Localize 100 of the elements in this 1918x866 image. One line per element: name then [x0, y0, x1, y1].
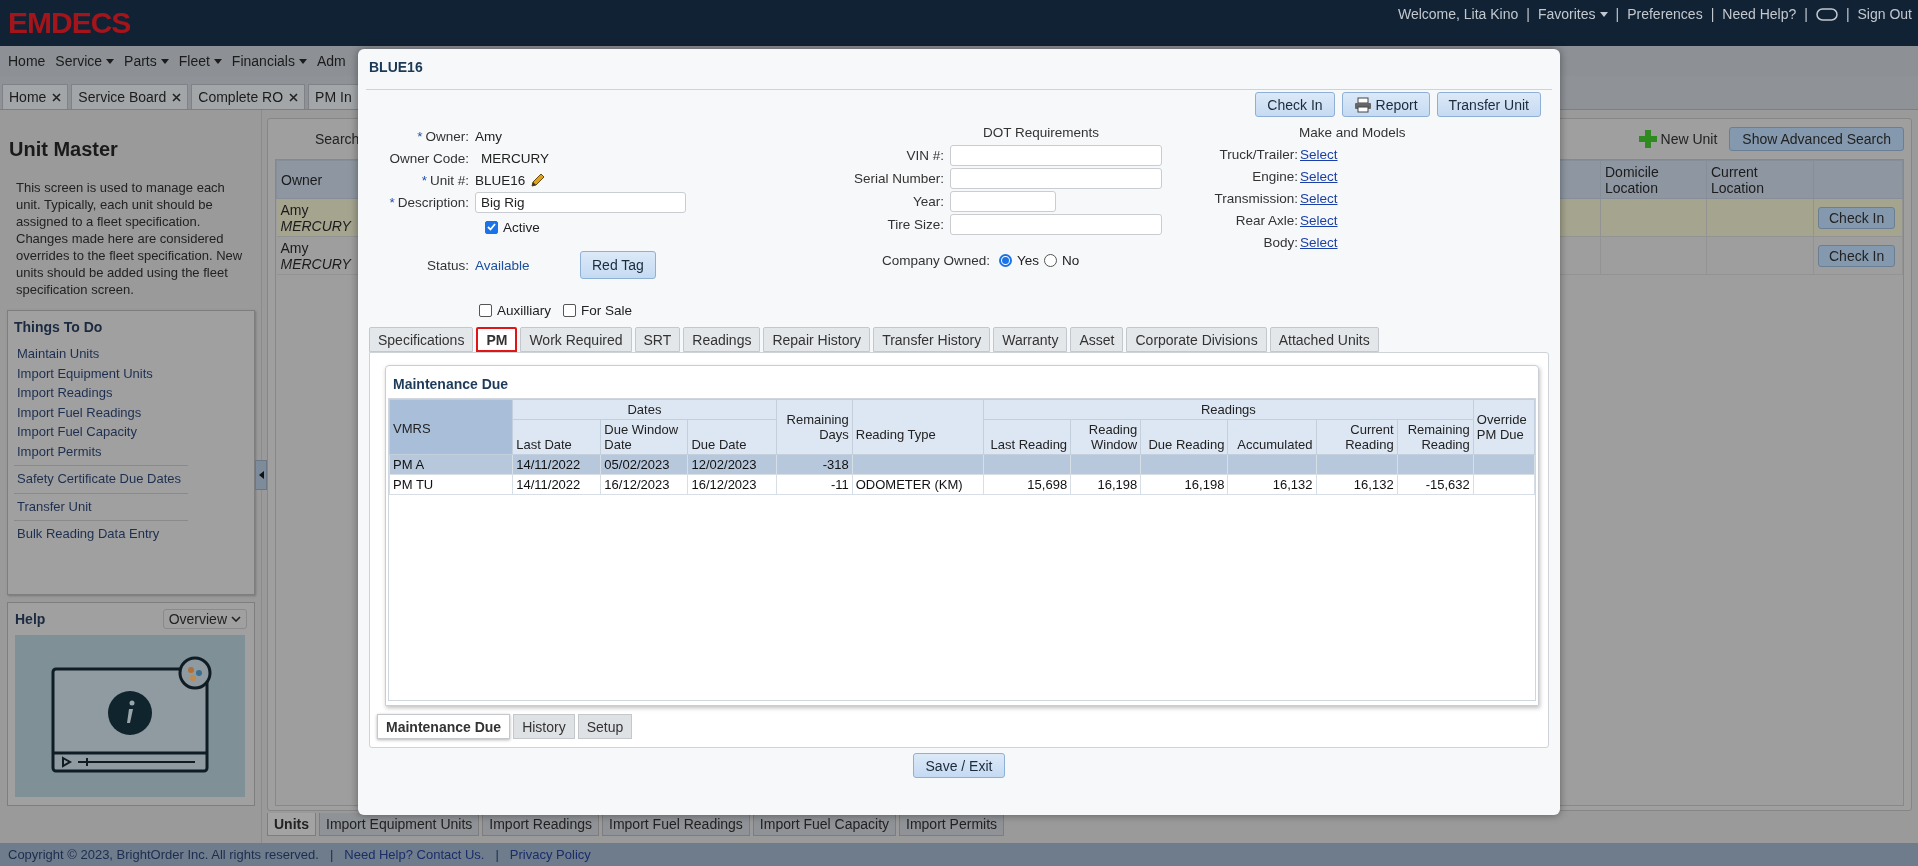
text-field[interactable] — [950, 144, 1162, 166]
dialog-tab[interactable]: Specifications — [369, 327, 474, 352]
close-icon[interactable] — [289, 92, 299, 102]
required-mark: * — [421, 172, 427, 188]
page-tab[interactable]: Home — [2, 84, 69, 109]
separator: | — [1710, 6, 1715, 22]
select-link[interactable]: Select — [1300, 234, 1439, 250]
menu-item[interactable]: Fleet — [178, 53, 222, 69]
menu-item[interactable]: Home — [8, 53, 46, 69]
sub-tab[interactable]: Maintenance Due — [377, 714, 511, 739]
favorites-menu[interactable]: Favorites — [1537, 6, 1608, 22]
column-header: Due Window Date — [600, 419, 688, 455]
menu-item[interactable]: Parts — [124, 53, 169, 69]
flag-checkbox[interactable]: For Sale — [563, 303, 633, 318]
action-button[interactable]: Report — [1341, 92, 1430, 117]
dialog-tab[interactable]: Transfer History — [873, 327, 991, 352]
dialog-tab[interactable]: SRT — [634, 327, 681, 352]
description-field[interactable]: Big Rig — [475, 191, 686, 213]
select-link[interactable]: Select — [1300, 168, 1439, 184]
topic-dropdown[interactable]: Overview — [162, 609, 247, 629]
dialog-tab[interactable]: Readings — [683, 327, 761, 352]
action-button[interactable]: Check In — [1255, 92, 1335, 117]
close-icon[interactable] — [52, 92, 62, 102]
radio-option[interactable]: Yes — [999, 253, 1040, 268]
pencil-icon[interactable] — [530, 172, 547, 188]
action-button[interactable]: Transfer Unit — [1436, 92, 1541, 117]
task-link[interactable]: Transfer Unit — [16, 496, 188, 516]
radio-option[interactable]: No — [1044, 253, 1080, 268]
bottom-tab[interactable]: Import Readings — [482, 813, 599, 836]
bottom-tab[interactable]: Import Equipment Units — [319, 813, 480, 836]
collapse-handle[interactable] — [255, 460, 267, 490]
separator: | — [1804, 6, 1808, 22]
bottom-tab[interactable]: Import Fuel Readings — [602, 813, 750, 836]
group-header: Readings — [983, 399, 1474, 420]
toggle-icon[interactable] — [1815, 7, 1838, 21]
check-in-button[interactable]: Check In — [1818, 244, 1896, 267]
save-exit-button[interactable]: Save / Exit — [912, 753, 1006, 778]
field-label: Tire Size: — [886, 216, 944, 232]
required-mark: * — [417, 128, 423, 144]
advanced-search-button[interactable]: Show Advanced Search — [1729, 127, 1904, 151]
column-header: Last Reading — [983, 419, 1071, 455]
field-label: Engine: — [1251, 168, 1298, 184]
chevron-icon — [231, 616, 241, 622]
column-header: Last Date — [512, 419, 601, 455]
task-link[interactable]: Import Permits — [16, 441, 188, 461]
card-title: Maintenance Due — [392, 375, 510, 394]
dialog-tab[interactable]: PM — [476, 327, 518, 352]
copyright-text: Copyright © 2023, BrightOrder Inc. All rights reserved. — [8, 847, 319, 862]
task-link[interactable]: Import Equipment Units — [16, 363, 188, 383]
field-value: BLUE16 — [475, 172, 526, 188]
menu-item[interactable]: Adm — [316, 53, 346, 69]
tag-button[interactable]: Red Tag — [580, 251, 656, 279]
sub-tab[interactable]: History — [513, 714, 575, 739]
check-in-button[interactable]: Check In — [1818, 206, 1896, 229]
page-tab[interactable]: PM In — [308, 84, 359, 109]
column-header: Current Reading — [1316, 419, 1398, 455]
column-header: Remaining Reading — [1397, 419, 1474, 455]
caret-icon — [160, 58, 169, 64]
close-icon[interactable] — [172, 92, 182, 102]
welcome-text: Welcome, Lita Kino — [1397, 6, 1519, 22]
header-link[interactable]: Preferences — [1627, 6, 1703, 22]
menu-item[interactable]: Financials — [231, 53, 307, 69]
dialog-tab[interactable]: Asset — [1070, 327, 1124, 352]
active-checkbox[interactable]: Active — [485, 219, 789, 235]
sub-tab[interactable]: Setup — [577, 714, 633, 739]
page-tab[interactable]: Service Board — [71, 84, 189, 109]
select-link[interactable]: Select — [1300, 212, 1439, 228]
separator: | — [1845, 6, 1850, 22]
dialog-tab[interactable]: Repair History — [763, 327, 871, 352]
bottom-tab[interactable]: Import Permits — [899, 813, 1005, 836]
menu-item[interactable]: Service — [55, 53, 115, 69]
task-link[interactable]: Maintain Units — [16, 344, 188, 364]
bottom-tab[interactable]: Import Fuel Capacity — [752, 813, 897, 836]
task-link[interactable]: Import Readings — [16, 383, 188, 403]
text-field[interactable] — [950, 213, 1162, 235]
dialog-title: BLUE16 — [366, 49, 1552, 90]
task-link[interactable]: Import Fuel Capacity — [16, 422, 188, 442]
new-unit-link[interactable]: New Unit — [1638, 130, 1718, 148]
column-header: Accumulated — [1227, 419, 1316, 455]
select-link[interactable]: Select — [1300, 146, 1439, 162]
caret-icon — [106, 58, 115, 64]
dialog-tab[interactable]: Attached Units — [1269, 327, 1379, 352]
flag-checkbox[interactable]: Auxilliary — [479, 303, 551, 318]
task-link[interactable]: Bulk Reading Data Entry — [16, 524, 188, 544]
table-cell: PM A — [389, 454, 513, 475]
task-link[interactable]: Safety Certificate Due Dates — [16, 469, 188, 489]
separator: | — [1526, 6, 1530, 22]
header-link[interactable]: Need Help? — [1722, 6, 1797, 22]
header-link[interactable]: Sign Out — [1857, 6, 1912, 22]
page-tab[interactable]: Complete RO — [191, 84, 306, 109]
text-field[interactable] — [950, 167, 1162, 189]
column-header: Remaining Days — [776, 399, 853, 455]
panel-title: Things To Do — [14, 319, 104, 335]
dialog-tab[interactable]: Corporate Divisions — [1126, 327, 1267, 352]
bottom-tab[interactable]: Units — [267, 813, 316, 836]
task-link[interactable]: Import Fuel Readings — [16, 402, 188, 422]
field-label: VIN #: — [905, 147, 944, 163]
text-field[interactable] — [950, 190, 1056, 212]
dialog-tab[interactable]: Warranty — [993, 327, 1068, 352]
dialog-tab[interactable]: Work Required — [520, 327, 632, 352]
